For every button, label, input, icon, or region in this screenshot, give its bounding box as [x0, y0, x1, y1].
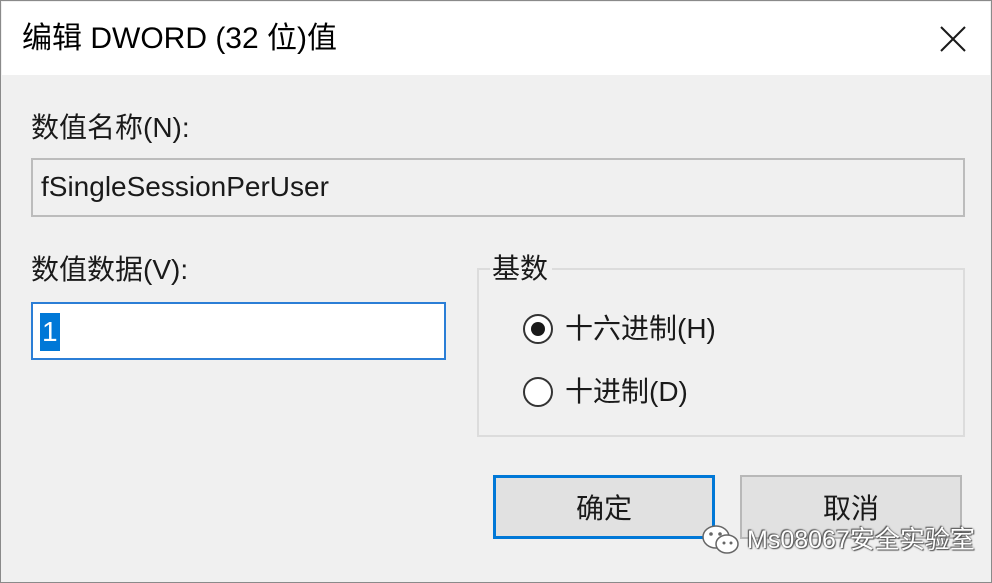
value-data-input[interactable]: 1 [31, 302, 446, 360]
radio-decimal-label: 十进制(D) [565, 376, 688, 407]
radio-hexadecimal-label: 十六进制(H) [565, 313, 716, 344]
ok-button[interactable]: 确定 [493, 475, 715, 539]
cancel-button[interactable]: 取消 [740, 475, 962, 539]
value-name-field: fSingleSessionPerUser [31, 158, 965, 217]
value-data-label: 数值数据(V): [31, 254, 189, 285]
value-data-text: 1 [40, 313, 60, 351]
edit-dword-dialog: 编辑 DWORD (32 位)值 数值名称(N): fSingleSession… [0, 0, 992, 583]
base-groupbox [477, 268, 965, 437]
radio-decimal[interactable]: 十进制(D) [523, 374, 688, 410]
radio-button-unselected[interactable] [523, 377, 553, 407]
close-button[interactable] [916, 2, 990, 75]
window-title: 编辑 DWORD (32 位)值 [22, 22, 337, 55]
radio-dot [531, 322, 545, 336]
close-icon [940, 25, 966, 52]
base-group-title: 基数 [490, 251, 553, 287]
title-bar: 编辑 DWORD (32 位)值 [2, 2, 990, 75]
radio-button-selected[interactable] [523, 314, 553, 344]
value-name-text: fSingleSessionPerUser [41, 171, 329, 202]
radio-hexadecimal[interactable]: 十六进制(H) [523, 311, 716, 347]
value-name-label: 数值名称(N): [31, 112, 190, 143]
